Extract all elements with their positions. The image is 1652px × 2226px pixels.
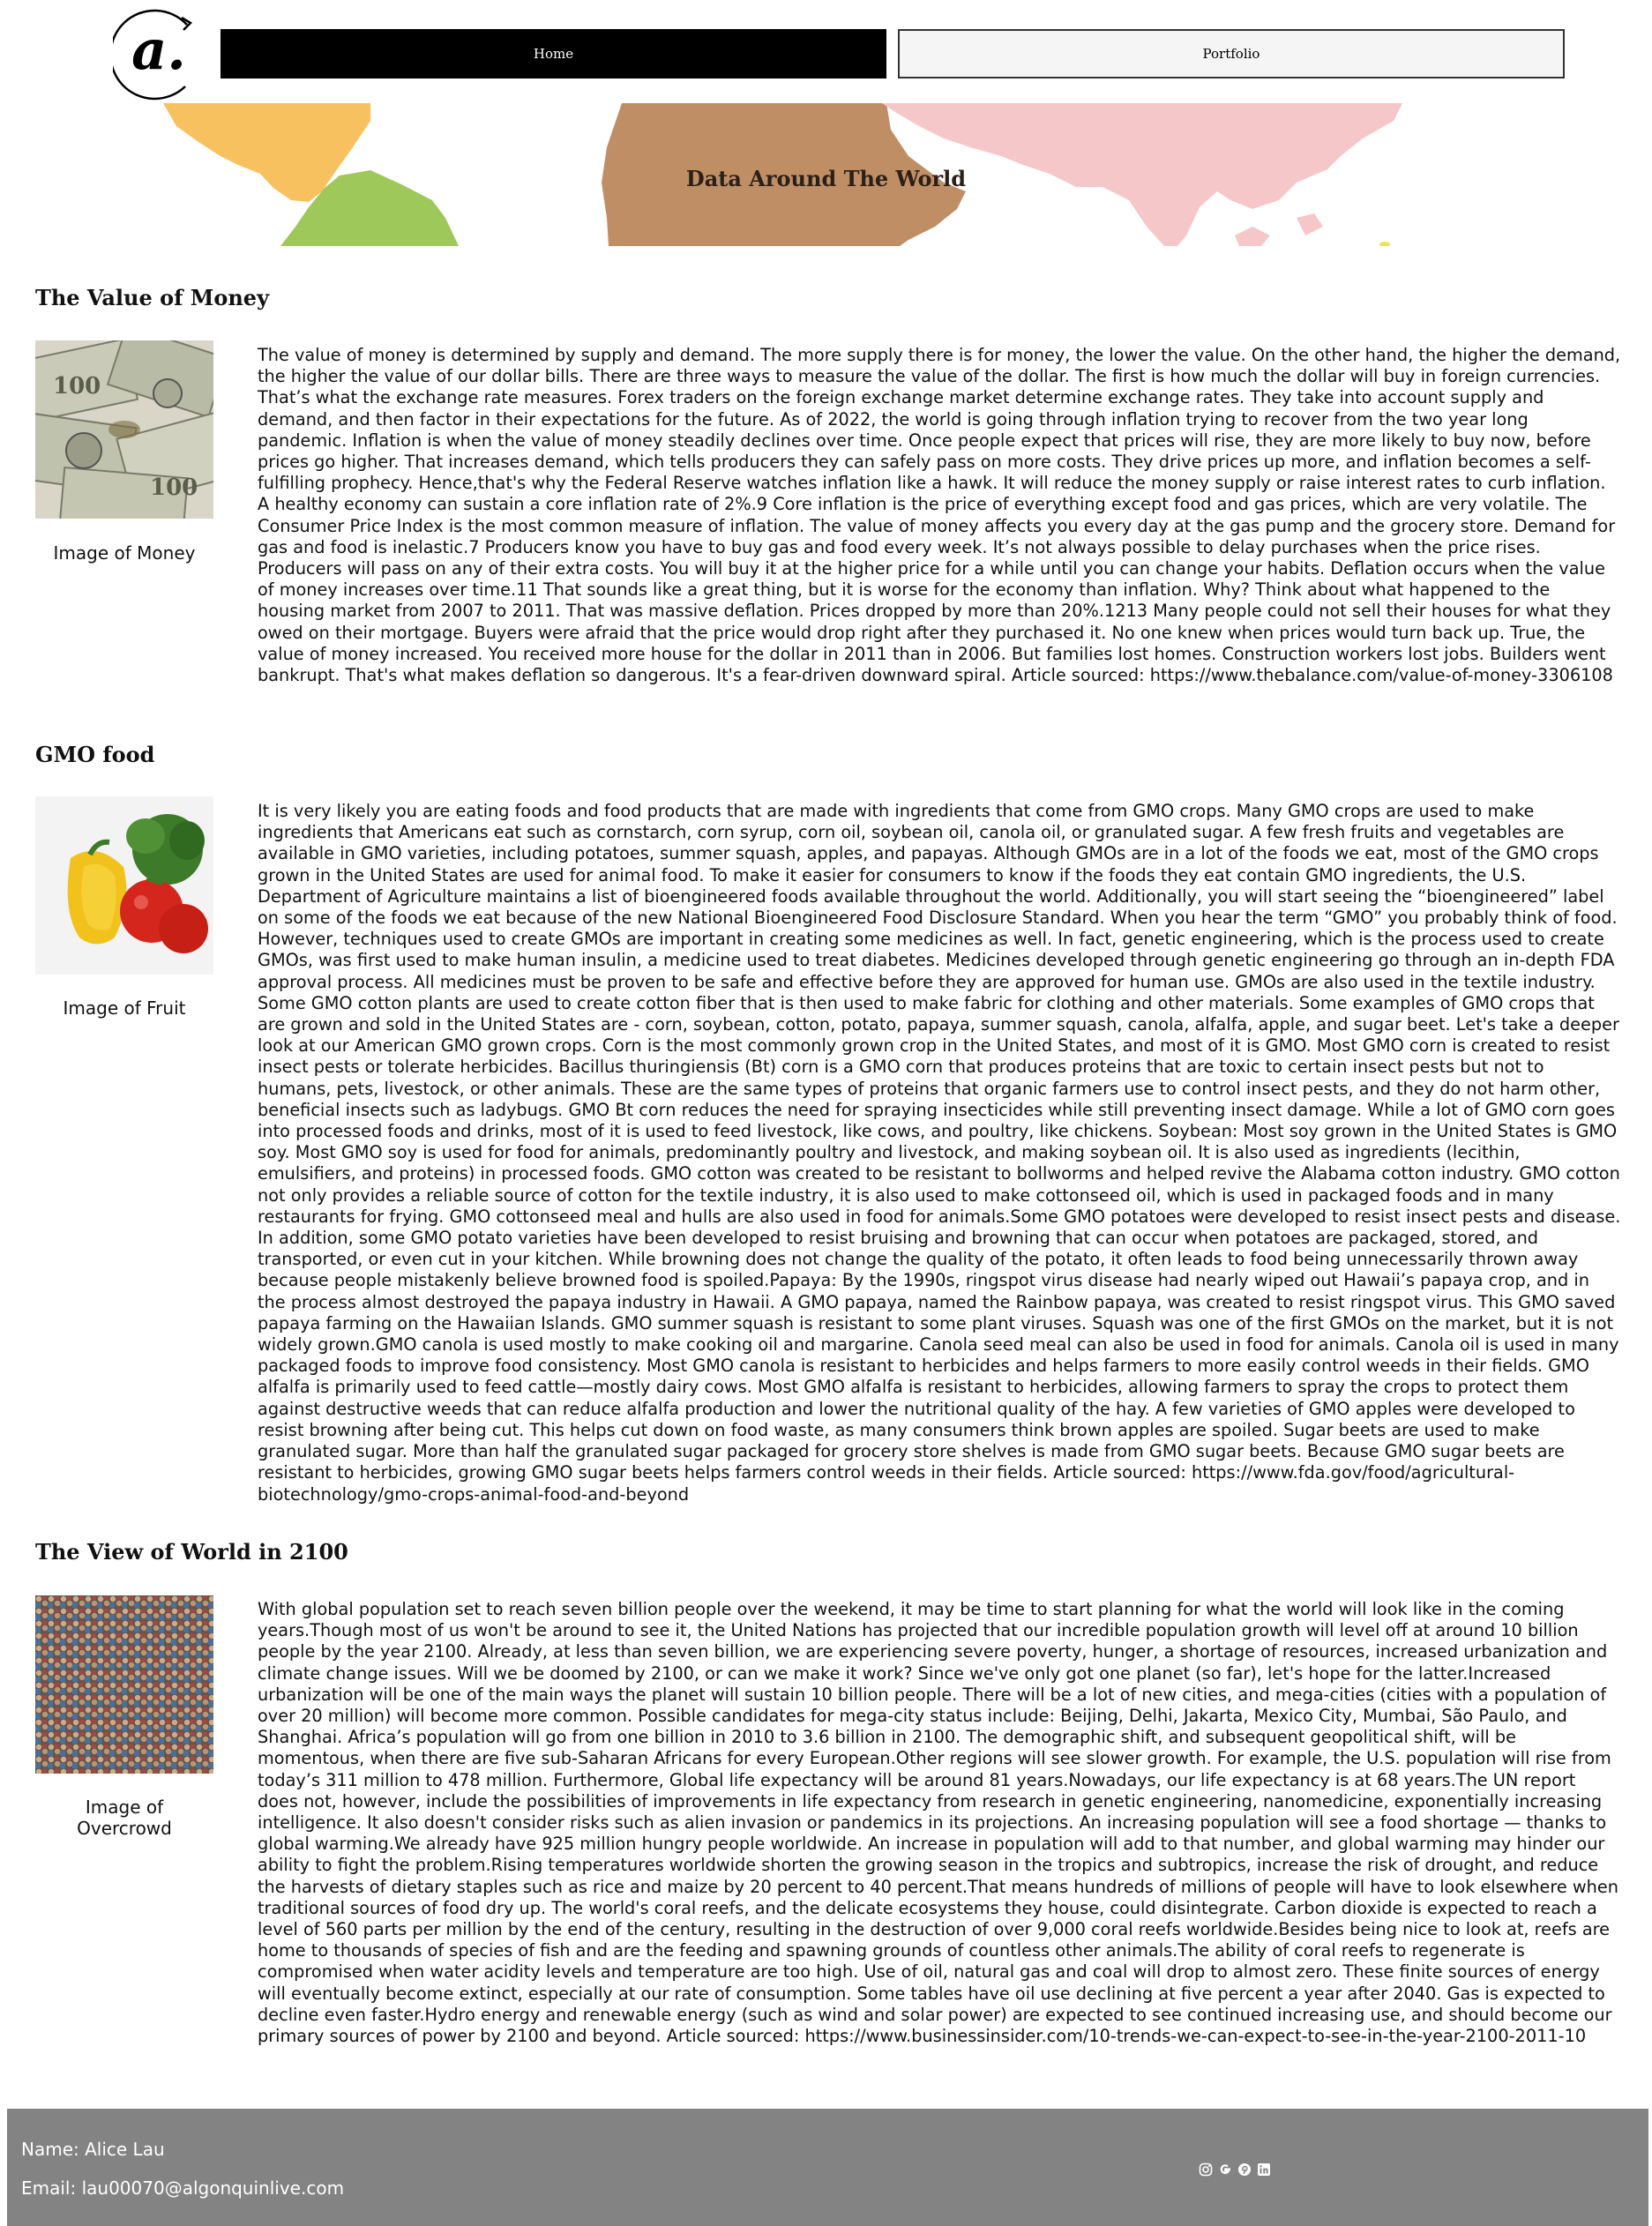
footer-name: Name: Alice Lau bbox=[21, 2139, 165, 2160]
instagram-icon[interactable] bbox=[1199, 2163, 1213, 2177]
logo-text: a. bbox=[131, 18, 186, 82]
footer-email: Email: lau00070@algonquinlive.com bbox=[21, 2177, 345, 2199]
hero-title: Data Around The World bbox=[685, 166, 967, 191]
crowd-image bbox=[35, 1595, 213, 1774]
svg-text:100: 100 bbox=[150, 474, 198, 501]
logo-icon: a. bbox=[109, 9, 193, 101]
section-title-money: The Value of Money bbox=[35, 285, 270, 310]
section-title-world-2100: The View of World in 2100 bbox=[35, 1539, 348, 1565]
fruit-image bbox=[35, 796, 213, 975]
social-links bbox=[1199, 2163, 1271, 2177]
linkedin-icon[interactable] bbox=[1257, 2163, 1271, 2177]
money-image: 100 100 bbox=[35, 340, 213, 519]
google-icon[interactable] bbox=[1218, 2163, 1232, 2177]
site-logo[interactable]: a. bbox=[109, 5, 208, 101]
section-text-money: The value of money is determined by supp… bbox=[258, 345, 1621, 686]
nav-portfolio-button[interactable]: Portfolio bbox=[898, 29, 1565, 78]
crowd-image-caption: Image of Overcrowd bbox=[77, 1796, 172, 1839]
section-text-world-2100: With global population set to reach seve… bbox=[258, 1599, 1618, 2047]
money-image-caption: Image of Money bbox=[53, 542, 196, 564]
svg-text:100: 100 bbox=[53, 373, 101, 400]
section-text-gmo: It is very likely you are eating foods a… bbox=[258, 801, 1621, 1505]
footer: Name: Alice Lau Email: lau00070@algonqui… bbox=[7, 2109, 1648, 2226]
hero-banner: Data Around The World bbox=[0, 103, 1652, 246]
section-title-gmo: GMO food bbox=[35, 742, 155, 767]
pinterest-icon[interactable] bbox=[1237, 2163, 1252, 2177]
nav-home-button[interactable]: Home bbox=[221, 29, 886, 78]
fruit-image-caption: Image of Fruit bbox=[63, 997, 186, 1019]
